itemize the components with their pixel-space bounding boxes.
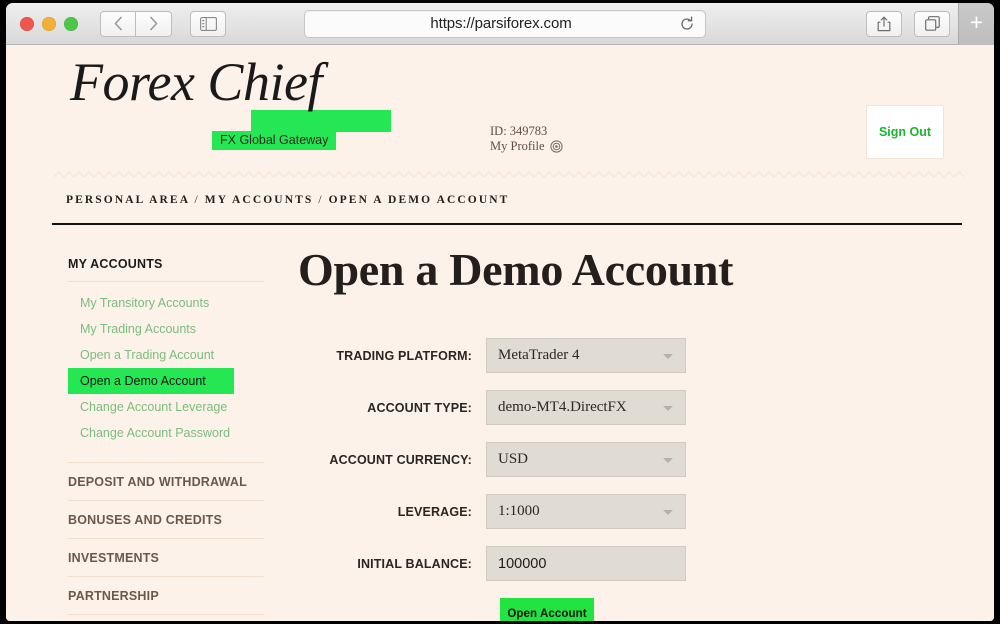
chevron-right-icon [149,16,158,31]
sidebar-item-open-a-trading-account[interactable]: Open a Trading Account [68,342,264,368]
my-profile-label: My Profile [490,139,545,153]
breadcrumb: PERSONAL AREA / MY ACCOUNTS / OPEN A DEM… [66,194,509,206]
form-row-account-type: ACCOUNT TYPE: demo-MT4.DirectFX [290,390,988,425]
sidebar-section-investments[interactable]: INVESTMENTS [68,539,264,577]
chevron-down-icon [663,353,673,359]
account-info: ID: 349783 My Profile [490,124,563,154]
share-button[interactable] [866,10,902,37]
form-row-account-currency: ACCOUNT CURRENCY: USD [290,442,988,477]
initial-balance-value: 100000 [498,555,547,572]
initial-balance-input[interactable]: 100000 [486,546,686,581]
browser-titlebar: https://parsiforex.com + [6,3,994,45]
sidebar-section-deposit-and-withdrawal[interactable]: DEPOSIT AND WITHDRAWAL [68,462,264,501]
decorative-zigzag-divider [54,171,964,178]
close-window-button[interactable] [20,16,34,31]
breadcrumb-separator: / [194,194,200,206]
form-submit-row: Open Account [290,598,988,621]
sidebar-section-bonuses-and-credits[interactable]: BONUSES AND CREDITS [68,501,264,539]
screen: https://parsiforex.com + Forex Chief FX … [0,0,1000,624]
share-icon [877,16,891,32]
sign-out-button[interactable]: Sign Out [866,105,944,159]
chevron-down-icon [663,405,673,411]
chevron-down-icon [663,457,673,463]
show-sidebar-button[interactable] [190,10,226,37]
page-title: Open a Demo Account [298,244,734,295]
site-header: Forex Chief FX Global Gateway ID: 349783… [6,45,994,178]
leverage-label: LEVERAGE: [397,504,472,519]
sidebar-item-my-transitory-accounts[interactable]: My Transitory Accounts [68,290,264,316]
sidebar-section-partnership[interactable]: PARTNERSHIP [68,577,264,615]
account-type-select[interactable]: demo-MT4.DirectFX [486,390,686,425]
account-id: ID: 349783 [490,124,548,138]
logo-tagline: FX Global Gateway [212,131,337,150]
site-logo[interactable]: Forex Chief FX Global Gateway [64,47,404,150]
leverage-select[interactable]: 1:1000 [486,494,686,529]
submit-spacer [290,598,486,621]
show-tabs-button[interactable] [914,10,950,37]
breadcrumb-item-personal-area[interactable]: PERSONAL AREA [66,194,189,206]
forward-button[interactable] [136,10,172,37]
my-profile-link[interactable]: My Profile [490,139,563,154]
form-row-initial-balance: INITIAL BALANCE: 100000 [290,546,988,581]
form-row-leverage: LEVERAGE: 1:1000 [290,494,988,529]
browser-window: https://parsiforex.com + Forex Chief FX … [6,3,994,621]
sidebar-panel-icon [199,16,217,31]
breadcrumb-separator: / [318,194,324,206]
minimize-window-button[interactable] [42,16,56,31]
sidebar-link-list: My Transitory Accounts My Trading Accoun… [68,290,264,452]
address-bar-container: https://parsiforex.com [304,9,706,38]
leverage-value: 1:1000 [498,503,540,519]
sidebar-item-change-account-password[interactable]: Change Account Password [68,420,264,446]
account-type-value: demo-MT4.DirectFX [498,399,627,415]
chevron-down-icon [663,509,673,515]
back-button[interactable] [100,10,136,37]
open-account-button[interactable]: Open Account [500,598,594,621]
account-currency-label: ACCOUNT CURRENCY: [329,452,472,467]
account-currency-value: USD [498,451,529,467]
gear-icon [549,140,563,153]
logo-highlight-mark [251,110,391,132]
tabs-overview-icon [924,16,940,31]
page-content: Forex Chief FX Global Gateway ID: 349783… [6,45,994,621]
sidebar-item-open-a-demo-account[interactable]: Open a Demo Account [68,368,234,394]
breadcrumb-item-my-accounts[interactable]: MY ACCOUNTS [205,194,314,206]
breadcrumb-divider [52,223,962,225]
window-controls [20,16,78,31]
browser-actions [866,10,950,37]
chevron-left-icon [113,16,123,31]
new-tab-button[interactable]: + [958,3,994,45]
demo-account-form: TRADING PLATFORM: MetaTrader 4 ACCOUNT T… [288,338,988,621]
account-currency-select[interactable]: USD [486,442,686,477]
main-panel: Open a Demo Account TRADING PLATFORM: Me… [288,233,988,621]
sidebar-heading-divider [68,281,264,282]
sidebar-heading: MY ACCOUNTS [68,257,163,271]
breadcrumb-item-open-a-demo-account: OPEN A DEMO ACCOUNT [328,194,510,206]
content-area: MY ACCOUNTS My Transitory Accounts My Tr… [6,233,994,621]
initial-balance-label: INITIAL BALANCE: [357,556,472,571]
address-bar[interactable]: https://parsiforex.com [304,9,706,38]
logo-wordmark: Forex Chief [70,52,322,112]
url-text[interactable]: https://parsiforex.com [305,15,679,32]
sidebar-item-my-trading-accounts[interactable]: My Trading Accounts [68,316,264,342]
reload-icon[interactable] [679,16,695,32]
form-row-trading-platform: TRADING PLATFORM: MetaTrader 4 [290,338,988,373]
maximize-window-button[interactable] [64,16,78,31]
trading-platform-select[interactable]: MetaTrader 4 [486,338,686,373]
trading-platform-label: TRADING PLATFORM: [336,348,472,363]
trading-platform-value: MetaTrader 4 [498,347,580,363]
sidebar-section-customer-support[interactable]: CUSTOMER SUPPORT [68,615,264,621]
sidebar-navigation: MY ACCOUNTS My Transitory Accounts My Tr… [68,257,264,621]
navigation-buttons [100,10,172,37]
sidebar-item-change-account-leverage[interactable]: Change Account Leverage [68,394,264,420]
account-type-label: ACCOUNT TYPE: [367,400,472,415]
